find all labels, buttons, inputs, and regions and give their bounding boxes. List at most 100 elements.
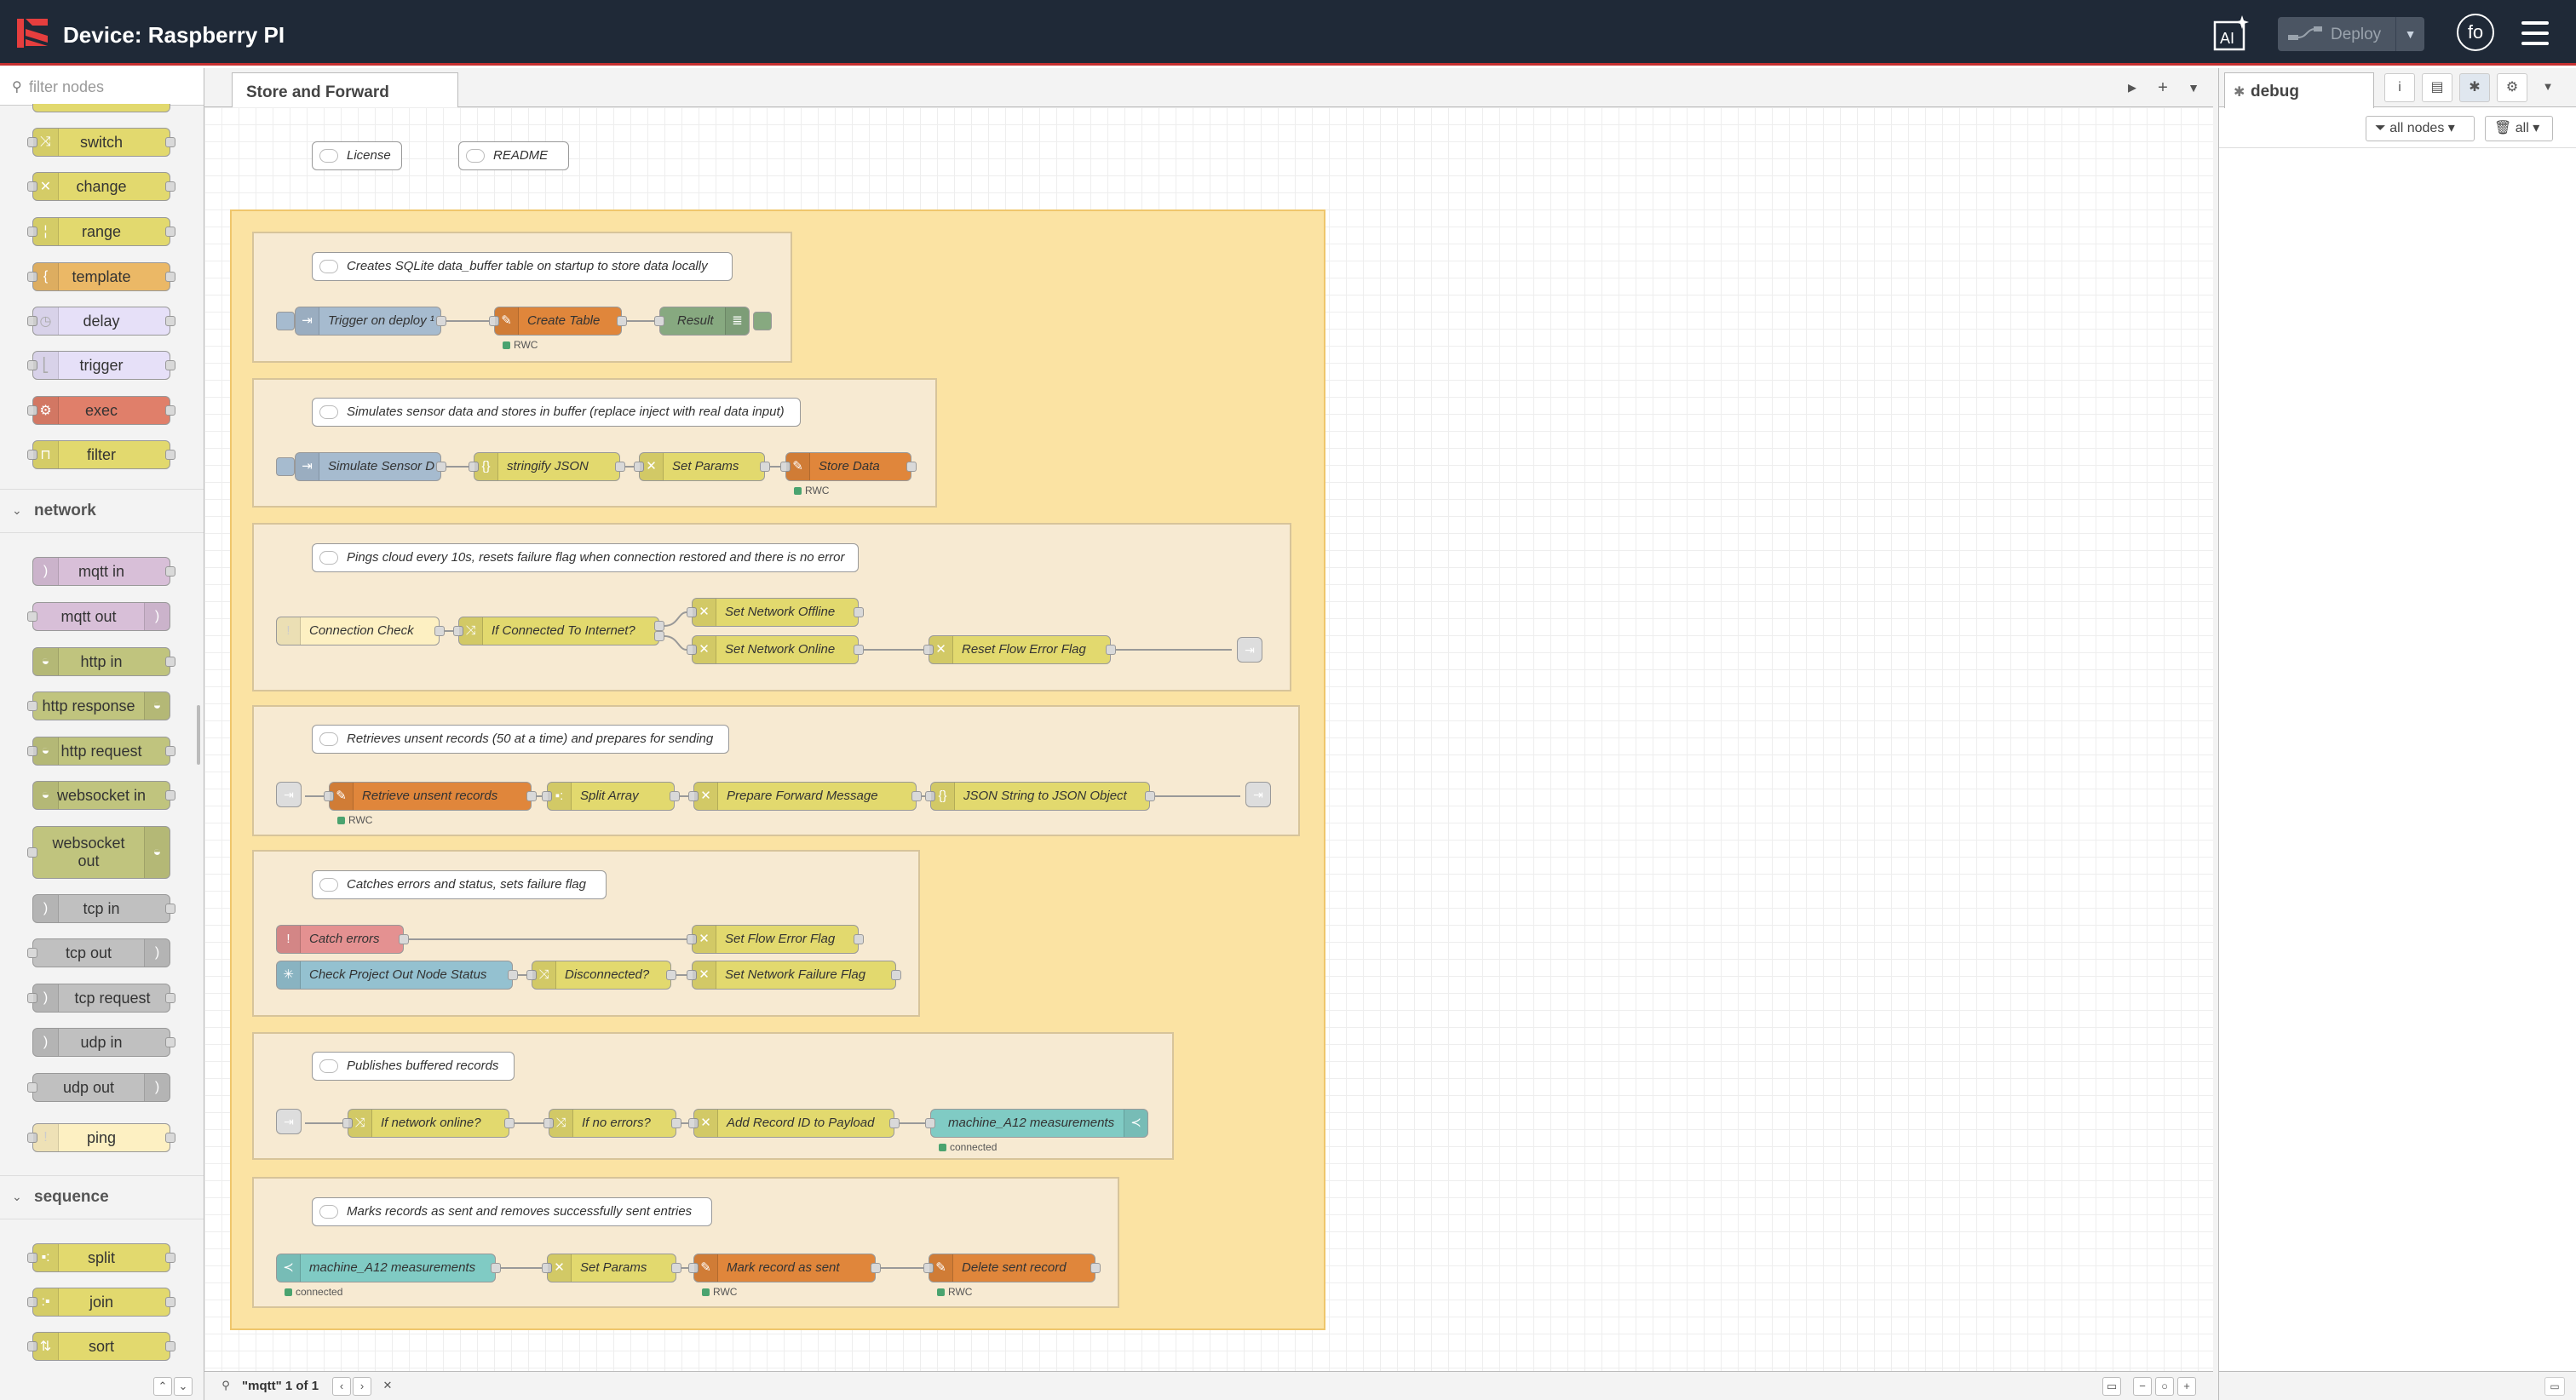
palette-node-http-request[interactable]: ◒ http request [27, 737, 175, 766]
palette-node-udp-out[interactable]: udp out ) [27, 1073, 170, 1102]
zoom-out-icon[interactable]: − [2133, 1377, 2152, 1396]
globe-icon: ◒ [33, 737, 59, 765]
zoom-reset-icon[interactable]: ○ [2155, 1377, 2174, 1396]
palette-node-http-response[interactable]: http response ◒ [27, 691, 170, 720]
search-next-icon[interactable]: › [353, 1377, 371, 1396]
palette-node-trigger[interactable]: ⎣ trigger [27, 351, 175, 380]
debug-toolbar: ⏷ all nodes ▾ 🗑 all ▾ [2219, 107, 2576, 148]
switch-icon: ⤨ [33, 129, 59, 156]
sort-icon: ⇅ [33, 1333, 59, 1360]
gear-icon: ⚙ [33, 397, 59, 424]
palette-node-template[interactable]: { template [27, 262, 175, 291]
book-icon[interactable]: ▤ [2422, 73, 2452, 102]
palette-node-range[interactable]: ¦ range [27, 217, 175, 246]
mqtt-icon: ) [144, 603, 170, 630]
palette-node-filter[interactable]: ⊓ filter [27, 440, 175, 469]
main-menu-icon[interactable] [2521, 21, 2549, 45]
sidebar-menu-caret-icon[interactable]: ▼ [2533, 73, 2563, 102]
svg-text:AI: AI [2220, 30, 2234, 47]
debug-clear-all[interactable]: 🗑 all ▾ [2485, 116, 2553, 141]
zoom-in-icon[interactable]: + [2177, 1377, 2196, 1396]
palette-node-mqtt-out[interactable]: mqtt out ) [27, 602, 170, 631]
palette-node-tcp-in[interactable]: ) tcp in [32, 894, 175, 923]
palette-node-http-in[interactable]: ◒ http in [32, 647, 175, 676]
sidebar-tabs: ✱ debug i ▤ ✱ ⚙ ▼ [2219, 68, 2576, 108]
chevron-down-icon: ⌄ [12, 1190, 22, 1203]
palette-node-udp-in[interactable]: ) udp in [32, 1028, 175, 1057]
palette-node-join[interactable]: :▪ join [27, 1288, 175, 1317]
mqtt-icon: ) [33, 558, 59, 585]
add-flow-icon[interactable]: + [2148, 73, 2177, 102]
flow-wires [305, 320, 1240, 1269]
palette-node-change[interactable]: ✕ change [27, 172, 175, 201]
workspace: Store and Forward ▸ + ▼ License README C… [204, 68, 2213, 1371]
trash-icon: 🗑 [2494, 121, 2512, 135]
palette-collapse-up-icon[interactable]: ⌃ [153, 1377, 172, 1396]
flow-canvas[interactable]: License README Creates SQLite data_buffe… [204, 107, 2213, 1371]
palette-scrollbar[interactable] [197, 705, 200, 765]
workspace-footer: ⌃ ⌄ ⚲ "mqtt" 1 of 1 ‹ › ✕ ▭ − ○ + [153, 1371, 2213, 1400]
flow-menu-caret-icon[interactable]: ▼ [2179, 73, 2208, 102]
bug-icon[interactable]: ✱ [2459, 73, 2490, 102]
palette-node-switch[interactable]: ⤨ switch [27, 128, 175, 157]
sidebar-footer: ▭ [2219, 1371, 2576, 1400]
palette-node-mqtt-in[interactable]: ) mqtt in [32, 557, 175, 586]
palette-node-tcp-request[interactable]: ) tcp request [27, 984, 175, 1013]
tcp-icon: ) [144, 939, 170, 967]
monitor-icon[interactable]: ▭ [2544, 1377, 2565, 1396]
palette-node-partial[interactable] [32, 104, 170, 112]
palette-search[interactable]: ⚲ filter nodes [0, 68, 204, 106]
palette-collapse-down-icon[interactable]: ⌄ [174, 1377, 193, 1396]
filter-icon: ⏷ [2375, 121, 2386, 135]
range-icon: ¦ [33, 218, 59, 245]
tab-store-and-forward[interactable]: Store and Forward [232, 72, 458, 108]
trigger-icon: ⎣ [33, 352, 59, 379]
tcp-icon: ) [33, 895, 59, 922]
clock-icon: ◷ [33, 307, 59, 335]
search-icon[interactable]: ⚲ [216, 1377, 235, 1396]
globe-icon: ◒ [144, 827, 170, 878]
search-close-icon[interactable]: ✕ [378, 1377, 397, 1396]
palette-node-split[interactable]: ▪: split [27, 1243, 175, 1272]
template-icon: { [33, 263, 59, 290]
user-avatar[interactable]: fo [2457, 14, 2494, 51]
palette-category-sequence[interactable]: ⌄ sequence [0, 1175, 204, 1219]
info-icon[interactable]: i [2384, 73, 2415, 102]
tcp-icon: ) [33, 984, 59, 1012]
flowfuse-logo-icon[interactable] [17, 17, 49, 49]
udp-icon: ) [144, 1074, 170, 1101]
palette-node-exec[interactable]: ⚙ exec [27, 396, 175, 425]
search-icon: ⚲ [12, 80, 22, 95]
search-prev-icon[interactable]: ‹ [332, 1377, 351, 1396]
deploy-button[interactable]: Deploy ▼ [2278, 17, 2424, 51]
globe-icon: ◒ [144, 692, 170, 720]
tab-debug[interactable]: ✱ debug [2224, 72, 2374, 108]
split-icon: ▪: [33, 1244, 59, 1271]
navigator-map-icon[interactable]: ▭ [2102, 1377, 2121, 1396]
scroll-tabs-right-icon[interactable]: ▸ [2118, 73, 2147, 102]
palette-category-network[interactable]: ⌄ network [0, 489, 204, 533]
palette-node-sort[interactable]: ⇅ sort [27, 1332, 175, 1361]
deploy-menu-caret-icon[interactable]: ▼ [2395, 17, 2424, 51]
app-header: Device: Raspberry PI AI Deploy ▼ fo [0, 0, 2576, 66]
ai-assistant-icon[interactable]: AI [2211, 14, 2251, 53]
app-title: Device: Raspberry PI [63, 22, 285, 48]
palette-search-input[interactable]: filter nodes [29, 78, 104, 96]
globe-icon: ◒ [33, 648, 59, 675]
palette-node-delay[interactable]: ◷ delay [27, 307, 175, 336]
bug-icon: ✱ [2234, 85, 2245, 100]
join-icon: :▪ [33, 1288, 59, 1316]
palette-node-tcp-out[interactable]: tcp out ) [27, 938, 170, 967]
palette-node-ping[interactable]: ! ping [27, 1123, 175, 1152]
change-icon: ✕ [33, 173, 59, 200]
alert-icon: ! [33, 1124, 59, 1151]
filter-icon: ⊓ [33, 441, 59, 468]
debug-filter-nodes[interactable]: ⏷ all nodes ▾ [2366, 116, 2475, 141]
palette-node-websocket-in[interactable]: ◒ websocket in [32, 781, 175, 810]
globe-icon: ◒ [33, 782, 59, 809]
chevron-down-icon: ⌄ [12, 503, 22, 517]
palette-node-websocket-out[interactable]: websocket out ◒ [27, 826, 170, 879]
sidebar: ✱ debug i ▤ ✱ ⚙ ▼ ⏷ all nodes ▾ 🗑 all ▾ … [2218, 68, 2576, 1400]
gear-icon[interactable]: ⚙ [2497, 73, 2527, 102]
search-result-label: "mqtt" 1 of 1 [242, 1379, 319, 1393]
